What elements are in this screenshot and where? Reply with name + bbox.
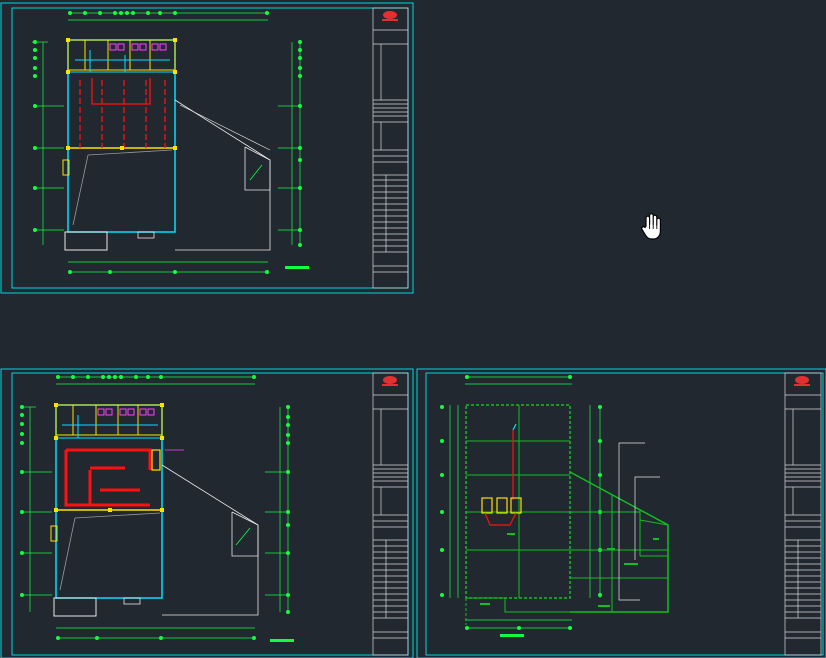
dimension-lines xyxy=(449,376,601,629)
sheet-inner-border xyxy=(11,372,409,656)
drawing-caption xyxy=(285,266,309,269)
title-block xyxy=(372,7,409,289)
dimension-lines xyxy=(32,12,301,273)
grid-plan xyxy=(465,404,669,625)
sheet-outer-border xyxy=(416,368,826,658)
drawing-sheet-2[interactable] xyxy=(0,368,414,658)
grid-labels xyxy=(480,533,659,607)
title-block xyxy=(372,372,409,656)
floor-plan xyxy=(50,403,259,617)
cad-drawing-canvas[interactable] xyxy=(0,0,826,658)
drawing-caption xyxy=(500,634,524,637)
drawing-sheet-1[interactable] xyxy=(0,2,414,294)
floor-plan xyxy=(62,38,271,251)
title-block xyxy=(784,372,822,656)
axis-bubbles xyxy=(20,375,290,640)
company-logo-icon xyxy=(382,11,398,21)
company-logo-icon xyxy=(794,376,810,386)
pan-hand-icon xyxy=(641,213,661,240)
axis-bubbles xyxy=(33,11,302,274)
company-logo-icon xyxy=(382,376,398,386)
dimension-lines xyxy=(21,376,289,639)
drawing-sheet-3[interactable] xyxy=(416,368,826,658)
drawing-caption xyxy=(270,639,294,642)
